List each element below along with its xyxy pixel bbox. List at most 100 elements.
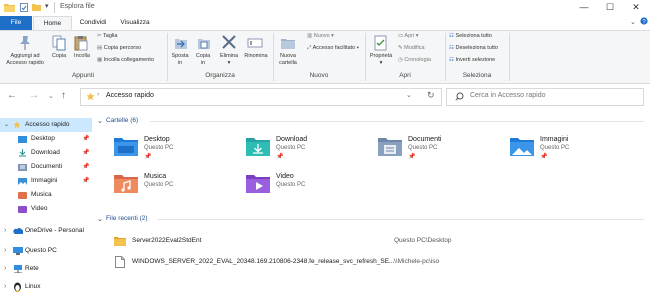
pictures-folder-icon <box>510 136 534 156</box>
easy-access-button[interactable]: ⤢ Accesso facilitato ▾ <box>307 45 359 52</box>
copy-icon <box>52 35 66 51</box>
history-button[interactable]: ◷ Cronologia <box>398 57 431 64</box>
copy-path-button[interactable]: ▤ Copia percorso <box>97 45 141 52</box>
sidebar-item-label: Video <box>31 205 48 212</box>
sidebar-item-linux[interactable]: › Linux <box>0 280 92 294</box>
cut-button[interactable]: ✂ Taglia <box>97 33 117 40</box>
sidebar-item-this-pc[interactable]: › Questo PC <box>0 244 92 258</box>
delete-icon <box>221 34 237 50</box>
recent-section-header[interactable]: File recenti (2) <box>106 215 148 222</box>
open-button[interactable]: ▭ Apri ▾ <box>398 33 419 40</box>
pin-icon: 📌 <box>82 136 90 142</box>
sidebar-item-label: Accesso rapido <box>25 121 70 128</box>
forward-arrow-icon[interactable]: → <box>29 90 39 101</box>
sidebar-item-label: Musica <box>31 191 52 198</box>
folder-location: Questo PC <box>540 145 570 151</box>
title-divider <box>54 2 55 13</box>
sidebar-item-video[interactable]: Video <box>0 202 92 216</box>
ribbon-collapse-icon[interactable]: ⌄ <box>630 18 636 26</box>
new-folder-button[interactable]: Nuova cartella <box>275 53 301 67</box>
copy-to-button[interactable]: Copia in <box>192 53 214 67</box>
network-icon <box>13 265 23 273</box>
copy-path-label: Copia percorso <box>103 45 142 51</box>
sidebar-item-documents[interactable]: Documenti 📌 <box>0 160 92 174</box>
folder-location: Questo PC <box>276 182 306 188</box>
delete-label: Elimina <box>219 53 239 59</box>
search-input[interactable]: Cerca in Accesso rapido <box>470 92 545 99</box>
rename-button[interactable]: Rinomina <box>241 53 271 60</box>
pin-icon: 📌 <box>82 178 90 184</box>
select-all-button[interactable]: ☷ Seleziona tutto <box>449 33 492 40</box>
group-apri-label: Apri <box>399 72 411 79</box>
star-icon <box>13 121 21 129</box>
window-title: Esplora file <box>60 3 95 10</box>
sidebar-item-label: OneDrive - Personal <box>25 227 84 234</box>
up-arrow-icon[interactable]: ↑ <box>61 90 66 101</box>
folders-section-header[interactable]: Cartelle (6) <box>106 117 138 124</box>
move-to-button[interactable]: Sposta in <box>169 53 191 67</box>
download-icon <box>18 149 27 157</box>
sidebar-item-desktop[interactable]: Desktop 📌 <box>0 132 92 146</box>
minimize-button[interactable]: — <box>575 1 593 14</box>
back-arrow-icon[interactable]: ← <box>7 90 17 101</box>
delete-button[interactable]: Elimina ▾ <box>215 53 243 67</box>
copy-button[interactable]: Copia <box>48 53 70 60</box>
sidebar-item-music[interactable]: Musica <box>0 188 92 202</box>
pin-quick-access-button[interactable]: Aggiungi ad Accesso rapido <box>2 53 48 67</box>
recent-row[interactable]: Server2022Eval2StdEnt Questo PC\Desktop <box>112 234 644 248</box>
desktop-folder-icon <box>114 136 138 156</box>
folder-icon <box>114 236 126 246</box>
section-collapse-icon[interactable]: ⌄ <box>97 117 103 125</box>
pin-icon: 📌 <box>144 154 152 160</box>
properties-button[interactable]: Proprietà ▾ <box>366 53 396 67</box>
sidebar-item-download[interactable]: Download 📌 <box>0 146 92 160</box>
section-collapse-icon[interactable]: ⌄ <box>97 215 103 223</box>
paste-link-button[interactable]: ▦ Incolla collegamento <box>97 57 154 64</box>
tab-view[interactable]: Visualizza <box>111 16 159 30</box>
invert-selection-button[interactable]: ☷ Inverti selezione <box>449 57 495 64</box>
qat-new-folder-icon[interactable] <box>32 3 41 12</box>
tab-share[interactable]: Condividi <box>73 16 113 30</box>
sidebar-item-network[interactable]: › Rete <box>0 262 92 276</box>
recent-locations-icon[interactable]: ⌄ <box>48 92 54 100</box>
easy-access-label: Accesso facilitato <box>312 45 356 51</box>
pin-icon <box>18 35 32 51</box>
recent-file-name: Server2022Eval2StdEnt <box>132 237 202 244</box>
recent-row[interactable]: WINDOWS_SERVER_2022_EVAL_20348.169.21080… <box>112 255 644 269</box>
history-label: Cronologia <box>404 57 431 63</box>
new-item-label: Nuovo <box>313 33 330 39</box>
linux-penguin-icon <box>13 282 22 292</box>
sidebar-item-label: Linux <box>25 283 41 290</box>
rename-icon <box>247 35 263 51</box>
new-item-button[interactable]: ▥ Nuovo ▾ <box>307 33 334 40</box>
sidebar-item-label: Immagini <box>31 177 58 184</box>
documents-icon <box>18 163 27 171</box>
tab-file[interactable]: File <box>0 16 32 30</box>
music-icon <box>18 191 27 199</box>
move-to-icon <box>173 35 189 51</box>
maximize-button[interactable]: ☐ <box>601 1 619 14</box>
qat-properties-icon[interactable] <box>20 3 28 12</box>
edit-button[interactable]: ✎ Modifica <box>398 45 425 52</box>
sidebar-item-quick-access[interactable]: ⌄ Accesso rapido <box>0 118 92 132</box>
paste-link-label: Incolla collegamento <box>103 57 154 63</box>
pin-icon: 📌 <box>540 154 548 160</box>
help-icon[interactable]: ? <box>640 17 648 25</box>
address-text[interactable]: Accesso rapido <box>106 92 154 99</box>
chevron-right-icon: › <box>4 265 7 272</box>
refresh-icon[interactable]: ↻ <box>427 90 435 101</box>
sidebar-item-pictures[interactable]: Immagini 📌 <box>0 174 92 188</box>
select-none-button[interactable]: ☷ Deseleziona tutto <box>449 45 498 52</box>
close-button[interactable]: ✕ <box>627 1 645 14</box>
sidebar-item-label: Download <box>31 149 60 156</box>
star-icon <box>86 92 95 101</box>
tab-home[interactable]: Home <box>33 16 72 30</box>
sidebar-item-onedrive[interactable]: › OneDrive - Personal <box>0 224 92 238</box>
paste-link-icon: ▦ <box>97 57 104 63</box>
sidebar-item-label: Documenti <box>31 163 63 170</box>
download-folder-icon <box>246 136 270 156</box>
address-dropdown-icon[interactable]: ⌄ <box>406 91 412 99</box>
paste-button[interactable]: Incolla <box>70 53 94 60</box>
pictures-icon <box>18 177 27 185</box>
qat-customize-icon[interactable]: ▾ <box>45 2 49 10</box>
